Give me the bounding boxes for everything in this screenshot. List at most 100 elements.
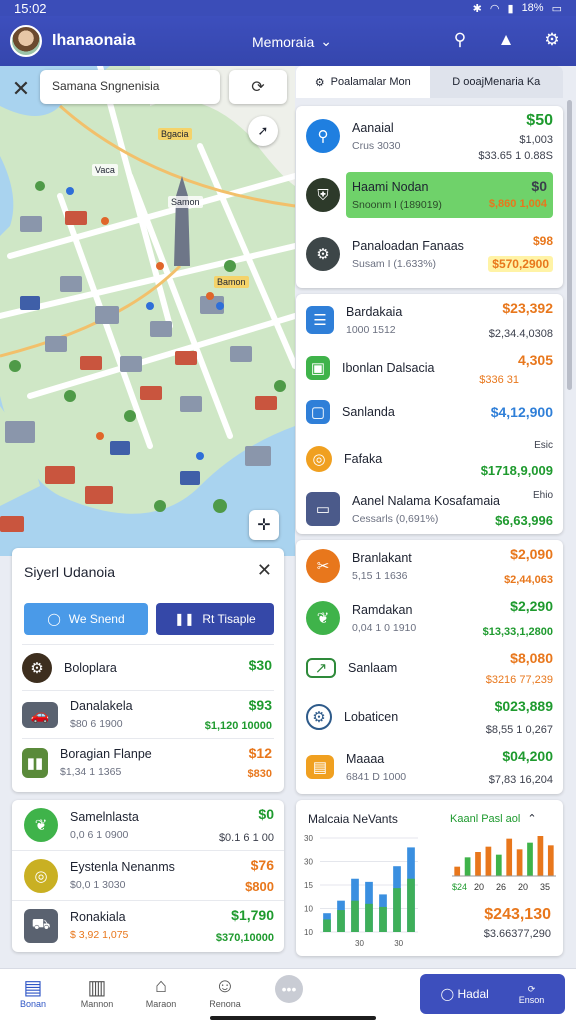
gears-icon: ⚙ <box>306 704 332 730</box>
nav-item-more[interactable]: ••• <box>264 975 314 1003</box>
right-chart-title: Kaanl Pasl aol ⌃ <box>450 813 537 825</box>
bar <box>323 919 331 932</box>
chevron-down-icon: ⌄ <box>320 33 332 49</box>
y-tick-label: 15 <box>304 881 313 890</box>
left-bar-chart: 30 30 15 10 10 30 30 <box>304 834 418 948</box>
list-item[interactable]: ◎ Fafaka Esic $1718,9,009 <box>296 434 563 484</box>
bar <box>475 852 481 876</box>
list-item-highlighted[interactable]: ⛨ Haami Nodan Snoonm I (189019) $0 $,860… <box>296 166 563 224</box>
list-item[interactable]: ⚲ Aanaial Crus 3030 $50 $1,003 $33.65 1 … <box>296 106 563 166</box>
person-icon: ☺ <box>214 975 236 997</box>
list-item[interactable]: ▭ Aanel Nalama Kosafamaia Cessarls (0,691… <box>296 484 563 534</box>
list-item[interactable]: ⛟ Ronakiala $ 3,92 1,075 $1,790 $370,1000… <box>12 900 284 950</box>
list-item[interactable]: ❦ Samelnlasta 0,0 6 1 0900 $0 $0.1 6 1 00 <box>12 800 284 850</box>
x-tick-label: 30 <box>355 939 364 948</box>
list-item[interactable]: 🚗 Danalakela $80 6 1900 $93 $1,120 10000 <box>22 690 274 738</box>
bar <box>464 857 471 876</box>
item-value-secondary: $336 31 <box>479 374 519 386</box>
list-item[interactable]: ✂ Branlakant 5,15 1 1636 $2,090 $2,44,063 <box>296 540 563 592</box>
secondary-button[interactable]: ❚❚ Rt Tisaple <box>156 603 274 635</box>
x-tick-label: 20 <box>518 882 528 892</box>
nav-item-person[interactable]: ☺ Renona <box>200 975 250 1009</box>
list-item[interactable]: ↗ Sanlaam $8,080 $3216 77,239 <box>296 644 563 692</box>
settings-icon[interactable]: ⚙ <box>540 28 564 52</box>
item-value-secondary: $800 <box>245 879 274 894</box>
cog-icon: ⚙ <box>314 76 325 89</box>
status-bar: 15:02 ✱ ◠ ▮ 18% ▭ <box>0 0 576 16</box>
tab-label: D ooajMenaria Ka <box>452 76 541 88</box>
list-item[interactable]: ❦ Ramdakan 0,04 1 0 1910 $2,290 $13,33,1,… <box>296 592 563 644</box>
list-item[interactable]: ☰ Bardakaia 1000 1512 $23,392 $2,34.4,030… <box>296 294 563 346</box>
search-icon[interactable]: ⟳ <box>229 70 287 104</box>
bar <box>407 878 415 932</box>
list-item[interactable]: ⚙ Lobaticen $023,889 $8,55 1 0,267 <box>296 692 563 742</box>
y-tick-label: 30 <box>304 834 313 843</box>
y-tick-label: 10 <box>304 905 313 914</box>
item-value: $93 <box>248 697 272 713</box>
nav-item-home[interactable]: ▤ Bonan <box>8 975 58 1009</box>
wifi-icon: ◠ <box>489 2 500 15</box>
item-value-secondary: $1718,9,009 <box>480 463 553 478</box>
nav-action-button[interactable]: ◯ Hadal ⟳ Enson <box>420 974 565 1014</box>
scrollbar[interactable] <box>567 100 572 390</box>
notification-icon[interactable]: ▲ <box>494 28 518 52</box>
close-icon[interactable]: ✕ <box>257 560 272 581</box>
shield-icon: ⛨ <box>306 178 340 212</box>
x-tick-label: 35 <box>540 882 550 892</box>
list-item[interactable]: ▣ Ibonlan Dalsacia 4,305 $336 31 <box>296 346 563 390</box>
item-value: $0 <box>258 806 274 822</box>
tab-details[interactable]: D ooajMenaria Ka <box>429 66 563 98</box>
battery-icon: ▭ <box>551 2 562 15</box>
list-item[interactable]: ▤ Maaaa 6841 D 1000 $04,200 $7,83 16,204 <box>296 742 563 792</box>
wallet-icon: ▣ <box>306 356 330 380</box>
item-value: $0 <box>531 178 547 194</box>
item-value-secondary: $830 <box>247 768 272 780</box>
item-value-secondary: $1,003 <box>519 134 553 146</box>
avatar[interactable] <box>10 25 42 57</box>
nav-item-bag[interactable]: ⌂ Maraon <box>136 975 186 1009</box>
item-value: $4,12,900 <box>490 404 553 420</box>
close-icon[interactable]: ✕ <box>8 76 34 102</box>
y-tick-label: 30 <box>304 858 313 867</box>
map-label: Bgacia <box>158 128 192 140</box>
bar <box>393 888 401 932</box>
map-view[interactable]: Bgacia Samon Bamon Vaca ✕ Samana Sngneni… <box>0 66 295 556</box>
home-indicator <box>210 1016 376 1020</box>
map-search-input[interactable]: Samana Sngnenisia <box>40 70 220 104</box>
map-label: Vaca <box>92 164 118 176</box>
item-value: 4,305 <box>517 352 553 368</box>
bar <box>351 900 359 932</box>
list-item[interactable]: ◎ Eystenla Nenanms $0,0 1 3030 $76 $800 <box>12 850 284 900</box>
item-value: $1,790 <box>231 907 274 923</box>
item-title: Aanel Nalama Kosafamaia <box>352 493 500 508</box>
bar <box>547 845 554 876</box>
gear-icon: ⚙ <box>306 237 340 271</box>
list-item[interactable]: ⚙ Boloplara $30 <box>22 644 274 690</box>
popup-card: Siyerl Udanoia ✕ ◯ We Snend ❚❚ Rt Tisapl… <box>12 548 284 792</box>
list-item[interactable]: ⚙ Panaloadan Fanaas Susam I (1.633%) $98… <box>296 224 563 284</box>
truck-icon: ⛟ <box>24 908 58 943</box>
item-value: $2,090 <box>510 546 553 562</box>
list-item[interactable]: ▮▮ Boragian Flanpe $1,34 1 1365 $12 $830 <box>22 738 274 786</box>
bag-icon: ⌂ <box>154 975 168 997</box>
pause-icon: ❚❚ <box>174 612 195 626</box>
leaf-icon: ❦ <box>306 601 340 635</box>
primary-button[interactable]: ◯ We Snend <box>24 603 148 635</box>
bar <box>337 910 345 932</box>
list-item[interactable]: ▢ Sanlanda $4,12,900 <box>296 390 563 434</box>
item-value-tertiary: $33.65 1 0.88S <box>478 150 553 162</box>
compass-icon[interactable]: ➚ <box>248 116 278 146</box>
home-icon: ▤ <box>23 977 43 999</box>
tab-overview[interactable]: ⚙ Poalamalar Mon <box>296 66 430 98</box>
right-bar-chart: $24 20 26 20 35 <box>452 836 556 892</box>
bar <box>379 906 387 932</box>
crosshair-icon[interactable]: ✛ <box>249 510 279 540</box>
nav-item-building[interactable]: ▥ Mannon <box>72 975 122 1009</box>
document-icon: ☰ <box>306 306 334 334</box>
filter-icon[interactable]: ⚲ <box>448 28 472 52</box>
battery-icon: ▮▮ <box>22 747 48 778</box>
item-value: $50 <box>526 112 553 129</box>
item-value: $12 <box>248 745 272 761</box>
map-label: Bamon <box>214 276 249 288</box>
menu-dropdown[interactable]: Memoraia ⌄ <box>252 33 332 50</box>
